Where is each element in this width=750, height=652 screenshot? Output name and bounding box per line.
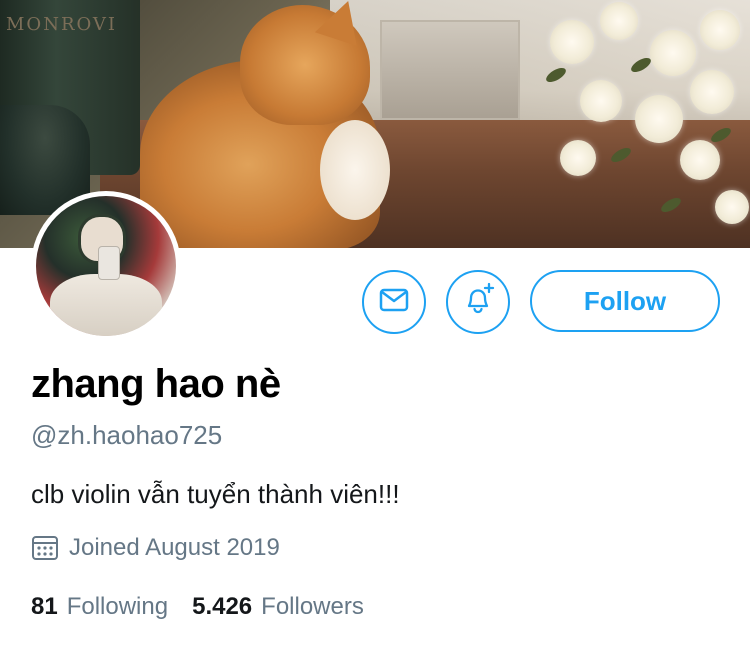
joined-text: Joined August 2019 <box>69 534 280 561</box>
joined-date: Joined August 2019 <box>31 534 280 562</box>
followers-count: 5.426 <box>192 593 253 620</box>
notifications-button[interactable] <box>446 270 510 334</box>
profile-stats: 81 Following 5.426 Followers <box>31 593 388 621</box>
following-count: 81 <box>31 593 58 620</box>
bottle-label: MONROVI <box>6 14 118 35</box>
calendar-icon <box>31 534 59 562</box>
banner-building <box>380 20 520 120</box>
message-button[interactable] <box>362 270 426 334</box>
avatar[interactable] <box>31 191 181 341</box>
avatar-image <box>36 196 176 336</box>
banner-cat-chest <box>320 120 390 220</box>
user-handle: @zh.haohao725 <box>31 420 223 450</box>
followers-link[interactable]: 5.426 Followers <box>192 593 364 621</box>
bell-plus-icon <box>460 282 496 323</box>
mail-icon <box>379 288 409 317</box>
banner-flowers <box>540 0 750 248</box>
following-link[interactable]: 81 Following <box>31 593 168 621</box>
followers-label: Followers <box>261 593 364 620</box>
display-name: zhang hao nè <box>31 362 281 406</box>
avatar-phone <box>98 246 120 280</box>
following-label: Following <box>66 593 169 620</box>
follow-button[interactable]: Follow <box>530 270 720 332</box>
bio: clb violin vẫn tuyển thành viên!!! <box>31 479 400 509</box>
avatar-jacket <box>50 274 162 336</box>
